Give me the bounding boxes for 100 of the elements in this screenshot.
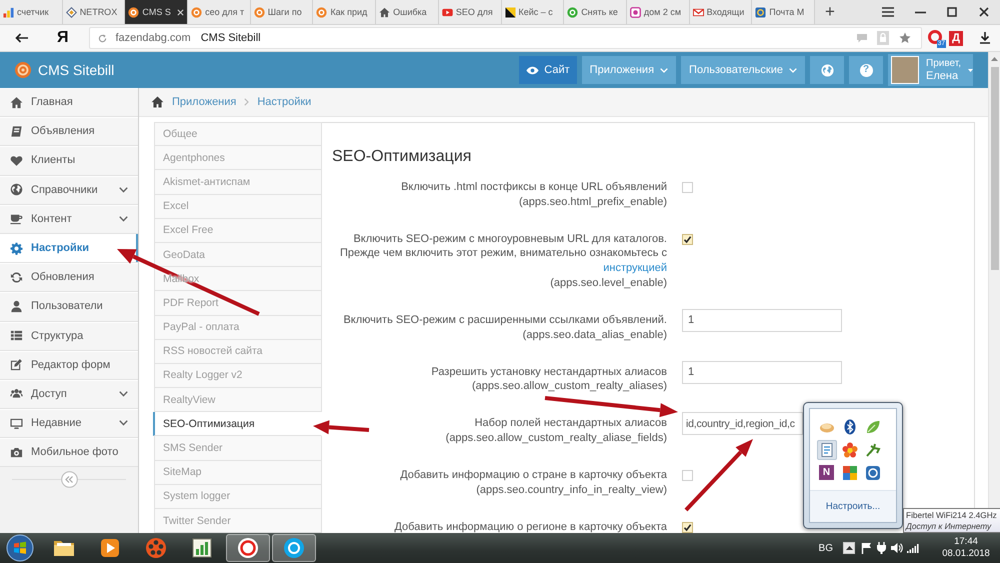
round-logo-icon (191, 6, 202, 18)
new-tab-button[interactable]: + (816, 0, 843, 24)
back-arrow-icon[interactable] (15, 33, 29, 43)
star-icon[interactable] (899, 32, 911, 44)
address-field[interactable]: fazendabg.com CMS Sitebill (88, 27, 922, 49)
home-button[interactable]: Я (57, 29, 68, 47)
sidebar-item[interactable]: Объявления (0, 117, 138, 146)
reload-icon[interactable] (98, 34, 106, 42)
users-icon (10, 387, 23, 400)
media-play-icon (99, 537, 121, 559)
list-icon (10, 329, 23, 342)
settings-menu-item[interactable]: SEO-Оптимизация (153, 412, 322, 436)
checkbox[interactable] (682, 234, 693, 245)
sidebar-item[interactable]: Обновления (0, 263, 138, 292)
browser-tab[interactable]: Снять ке (564, 0, 627, 24)
sidebar-item[interactable]: Структура (0, 322, 138, 351)
caret-down-icon (968, 68, 973, 72)
field-label: Набор полей нестандартных алиасов (474, 416, 667, 431)
speaker-icon[interactable] (891, 542, 903, 554)
cup-icon (10, 212, 23, 226)
sidebar-item[interactable]: Недавние (0, 409, 138, 438)
checkmark-icon (683, 234, 692, 244)
download-icon[interactable] (980, 32, 990, 44)
site-button[interactable]: Сайт (519, 56, 577, 84)
extension-button[interactable]: Д (949, 30, 963, 46)
sidebar-item[interactable]: Мобильное фото (0, 438, 138, 468)
chevron-down-icon (660, 68, 668, 72)
windows-orb-icon (6, 534, 34, 562)
browser-tab[interactable]: Ошибка (376, 0, 439, 24)
clock-date: 08.01.2018 (942, 548, 990, 560)
flag-icon[interactable] (861, 542, 872, 554)
round-logo-icon (567, 6, 578, 18)
browser-tab[interactable]: SEO для (438, 0, 502, 24)
taskbar-button[interactable] (272, 534, 316, 562)
sidebar-item[interactable]: Пользователи (0, 292, 138, 322)
setting-key: (apps.seo.html_prefix_enable) (519, 194, 667, 210)
round-logo-icon (283, 537, 305, 559)
field-label: Добавить информацию о регионе в карточку объекта (394, 520, 667, 533)
monitor-icon (10, 416, 23, 430)
browser-tab[interactable]: Почта М (752, 0, 815, 24)
browser-tab[interactable]: счетчик (0, 0, 63, 24)
setting-key: (apps.seo.allow_custom_realty_aliase_fields) (446, 430, 667, 446)
film-reel-icon (145, 537, 167, 559)
browser-tab[interactable]: NETROX (62, 0, 126, 24)
text-input[interactable]: 1 (682, 308, 842, 332)
setting-key: (apps.seo.allow_custom_realty_aliases) (472, 379, 667, 394)
user-icon (10, 300, 23, 313)
sidebar-item[interactable]: Редактор форм (0, 350, 138, 380)
bar-chart-icon (3, 6, 14, 18)
setting-key: (apps.seo.level_enable) (550, 276, 667, 291)
field-label: Разрешить установку нестандартных алиасов (431, 364, 667, 380)
house-icon (379, 6, 390, 18)
browser-tab[interactable]: Как прид (313, 0, 376, 24)
sidebar-item[interactable]: Главная (0, 88, 138, 118)
language-indicator[interactable]: BG (818, 542, 833, 554)
checkbox[interactable] (682, 182, 693, 193)
breadcrumb-link[interactable]: Приложения (172, 96, 236, 108)
checkbox[interactable] (682, 522, 693, 533)
letter-tile-icon[interactable]: N (816, 462, 836, 482)
menu-icon[interactable] (882, 7, 894, 17)
sidebar-item[interactable]: Контент (0, 204, 138, 234)
plug-icon[interactable] (876, 542, 887, 554)
signal-icon[interactable] (907, 543, 919, 553)
minimize-icon[interactable] (914, 10, 926, 14)
ring-icon[interactable] (928, 30, 944, 46)
browser-tab[interactable]: Кейс – с (502, 0, 564, 24)
scroll-up-icon[interactable] (991, 57, 998, 61)
flower-icon[interactable] (840, 440, 860, 460)
heart-icon (10, 154, 23, 167)
globe-button[interactable] (810, 56, 844, 84)
book-icon (10, 124, 23, 138)
maximize-icon[interactable] (947, 7, 957, 17)
text-input[interactable]: id,country_id,region_id,c (682, 412, 803, 436)
text-input[interactable]: 1 (682, 360, 842, 384)
settings-icon (10, 242, 23, 255)
url-domain: fazendabg.com (116, 32, 191, 44)
scrollbar-thumb[interactable] (990, 67, 998, 270)
browser-tab[interactable]: Шаги по (250, 0, 314, 24)
sidebar-item[interactable]: Настройки (0, 234, 138, 264)
breadcrumb-link[interactable]: Настройки (257, 96, 312, 108)
annotation-arrow (313, 420, 370, 434)
browser-tab[interactable]: Входящи (690, 0, 752, 24)
play-icon (442, 6, 453, 18)
sidebar-item[interactable]: Доступ (0, 380, 138, 410)
browser-tab[interactable]: сео для т (188, 0, 251, 24)
chevron-right-icon (244, 98, 250, 106)
inline-link[interactable]: инструкцией (603, 262, 667, 274)
sidebar-item[interactable]: Справочники (0, 176, 138, 205)
checkbox[interactable] (682, 470, 693, 481)
tray-expand-button[interactable] (843, 542, 855, 554)
taskbar-button[interactable] (226, 534, 270, 562)
browser-tab[interactable]: CMS S (125, 0, 188, 24)
notepad-icon[interactable] (816, 440, 836, 460)
sidebar-item[interactable]: Клиенты (0, 146, 138, 176)
field-label: Включить SEO-режим с расширенными ссылками объявлений. (343, 312, 667, 328)
envelope-icon (692, 6, 704, 18)
close-icon[interactable] (979, 7, 989, 17)
home-icon (151, 96, 164, 108)
round-logo-icon (128, 6, 140, 18)
browser-tab[interactable]: дом 2 см (626, 0, 690, 24)
